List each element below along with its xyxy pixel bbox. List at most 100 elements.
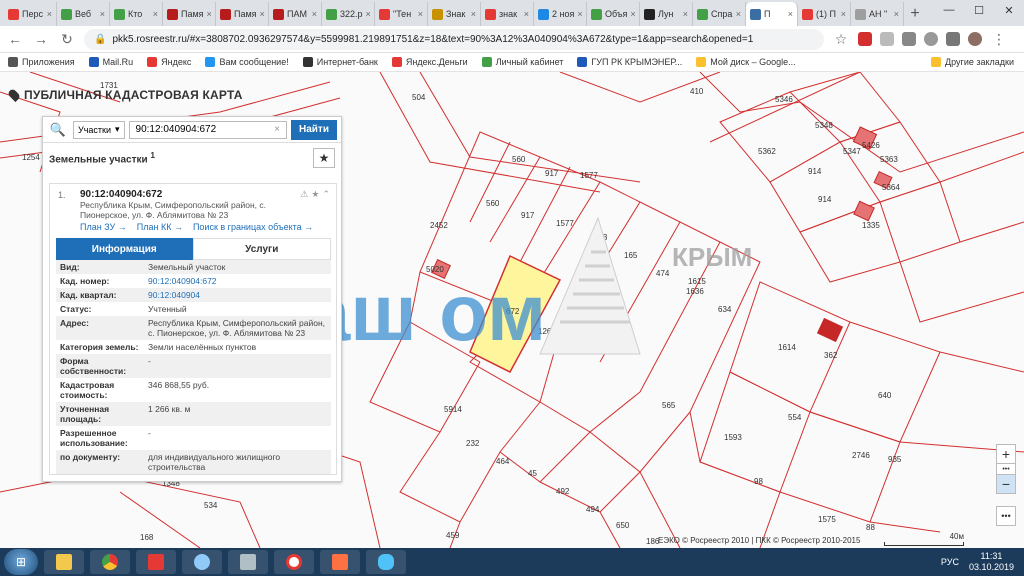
tray-clock[interactable]: 11:31 03.10.2019 — [969, 551, 1014, 573]
bookmark-item[interactable]: Мой диск – Google... — [696, 57, 796, 67]
browser-tab[interactable]: "Тен × — [375, 2, 428, 26]
parcel-number-label: 5348 — [815, 121, 833, 130]
tab-close-icon[interactable]: × — [788, 9, 793, 19]
bookmark-item[interactable]: Личный кабинет — [481, 57, 563, 67]
warning-icon[interactable]: ⚠ — [300, 189, 308, 200]
clear-icon[interactable]: × — [274, 124, 280, 135]
find-button[interactable]: Найти — [291, 119, 337, 140]
search-in-bounds-link[interactable]: Поиск в границах объекта → — [193, 222, 313, 232]
bookmark-item[interactable]: Вам сообщение! — [205, 57, 289, 67]
extension-icon[interactable] — [902, 32, 916, 46]
tab-favicon-icon — [697, 8, 708, 20]
plan-zu-link[interactable]: План ЗУ → — [80, 222, 127, 232]
extension-icon[interactable] — [946, 32, 960, 46]
reload-button[interactable]: ↻ — [58, 31, 76, 48]
taskbar-yandex-browser[interactable] — [274, 550, 314, 574]
tray-language[interactable]: РУС — [941, 557, 959, 567]
detail-value[interactable]: 90:12:040904 — [148, 290, 200, 300]
other-bookmarks[interactable]: Другие закладки — [931, 57, 1014, 67]
bookmark-item[interactable]: Яндекс.Деньги — [391, 57, 468, 67]
search-icon[interactable]: 🔍 — [47, 120, 69, 140]
bookmark-label: Интернет-банк — [316, 57, 378, 67]
browser-tab[interactable]: Кто × — [110, 2, 163, 26]
tab-label: Знак — [446, 9, 466, 19]
extension-icon[interactable] — [924, 32, 938, 46]
maximize-button[interactable]: ☐ — [964, 0, 994, 20]
tab-close-icon[interactable]: × — [207, 9, 212, 19]
taskbar-explorer[interactable] — [44, 550, 84, 574]
taskbar-chrome[interactable] — [90, 550, 130, 574]
tab-close-icon[interactable]: × — [260, 9, 265, 19]
browser-tab[interactable]: АН " × — [851, 2, 904, 26]
browser-tab[interactable]: ПАМ × — [269, 2, 322, 26]
pdf-extension-icon[interactable] — [880, 32, 894, 46]
browser-tab[interactable]: 2 ноя × — [534, 2, 587, 26]
menu-icon[interactable]: ⋮ — [990, 31, 1008, 48]
zoom-out-button[interactable]: − — [996, 474, 1016, 494]
start-button[interactable]: ⊞ — [4, 549, 38, 575]
bookmark-item[interactable]: Приложения — [8, 57, 75, 67]
bookmark-icon — [88, 57, 99, 67]
tab-close-icon[interactable]: × — [630, 9, 635, 19]
tab-services[interactable]: Услуги — [192, 238, 331, 260]
taskbar-media[interactable] — [182, 550, 222, 574]
tab-close-icon[interactable]: × — [841, 9, 846, 19]
browser-tab[interactable]: Памя × — [216, 2, 269, 26]
browser-tab[interactable]: знак × — [481, 2, 534, 26]
address-bar[interactable]: 🔒 pkk5.rosreestr.ru/#x=3808702.093629757… — [84, 28, 824, 50]
taskbar-app[interactable] — [228, 550, 268, 574]
browser-tab[interactable]: Веб × — [57, 2, 110, 26]
bookmark-item[interactable]: Mail.Ru — [88, 57, 133, 67]
tab-close-icon[interactable]: × — [100, 9, 105, 19]
star-icon[interactable]: ★ — [311, 189, 319, 200]
taskbar-yandex[interactable] — [136, 550, 176, 574]
forward-button[interactable]: → — [32, 31, 50, 47]
browser-tab[interactable]: Спра × — [693, 2, 746, 26]
browser-tab[interactable]: П × — [746, 2, 798, 26]
new-tab-button[interactable]: + — [904, 2, 926, 26]
adblock-extension-icon[interactable] — [858, 32, 872, 46]
parcel-number-label: 1636 — [686, 287, 704, 296]
tab-close-icon[interactable]: × — [153, 9, 158, 19]
close-button[interactable]: ✕ — [994, 0, 1024, 20]
bookmark-item[interactable]: Яндекс — [147, 57, 191, 67]
bookmark-label: Яндекс.Деньги — [405, 57, 468, 67]
search-input[interactable]: 90:12:040904:672 × — [128, 120, 287, 139]
tab-information[interactable]: Информация — [56, 238, 193, 260]
tab-close-icon[interactable]: × — [471, 9, 476, 19]
tab-close-icon[interactable]: × — [47, 9, 52, 19]
browser-tab[interactable]: 322.р × — [322, 2, 375, 26]
taskbar-app[interactable] — [366, 550, 406, 574]
tab-close-icon[interactable]: × — [418, 9, 423, 19]
browser-tab[interactable]: Знак × — [428, 2, 481, 26]
minimize-button[interactable]: — — [934, 0, 964, 20]
more-options-button[interactable]: ••• — [996, 506, 1016, 526]
browser-tab[interactable]: Перс × — [4, 2, 57, 26]
profile-avatar[interactable] — [968, 32, 982, 46]
tab-close-icon[interactable]: × — [577, 9, 582, 19]
browser-tab[interactable]: Памя × — [163, 2, 216, 26]
browser-tab[interactable]: Лун × — [640, 2, 693, 26]
browser-tab[interactable]: (1) П × — [798, 2, 851, 26]
result-cadastral-number[interactable]: 90:12:040904:672 — [80, 189, 162, 200]
bookmark-item[interactable]: ГУП РК КРЫМЭНЕР... — [577, 57, 682, 67]
zoom-in-button[interactable]: + — [996, 444, 1016, 464]
tab-close-icon[interactable]: × — [894, 9, 899, 19]
search-type-dropdown[interactable]: Участки ▾ — [73, 120, 125, 139]
back-button[interactable]: ← — [6, 31, 24, 47]
parcel-number-label: 554 — [788, 413, 802, 422]
favorites-star-button[interactable]: ★ — [313, 148, 335, 168]
tab-close-icon[interactable]: × — [736, 9, 741, 19]
tab-close-icon[interactable]: × — [524, 9, 529, 19]
parcel-number-label: 5362 — [758, 147, 776, 156]
tab-close-icon[interactable]: × — [683, 9, 688, 19]
chevron-up-icon[interactable]: ⌃ — [322, 189, 330, 200]
bookmark-star-icon[interactable]: ☆ — [832, 31, 850, 48]
bookmark-item[interactable]: Интернет-банк — [302, 57, 378, 67]
taskbar-app[interactable] — [320, 550, 360, 574]
tab-close-icon[interactable]: × — [366, 9, 371, 19]
tab-close-icon[interactable]: × — [312, 9, 317, 19]
browser-tab[interactable]: Объя × — [587, 2, 640, 26]
detail-value[interactable]: 90:12:040904:672 — [148, 276, 217, 286]
plan-kk-link[interactable]: План КК → — [137, 222, 183, 232]
